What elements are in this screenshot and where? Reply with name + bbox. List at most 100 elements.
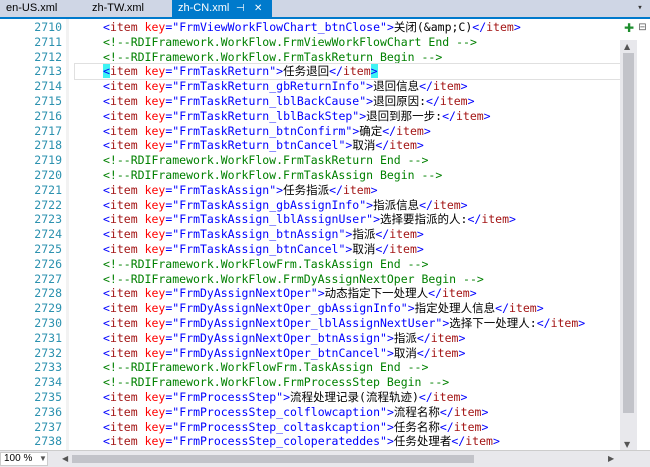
line-number: 2719 bbox=[34, 153, 62, 168]
code-line[interactable]: 2737 <item key="FrmProcessStep_coltaskcap… bbox=[0, 420, 620, 435]
code-line[interactable]: 2735 <item key="FrmProcessStep">流程处理记录(流程… bbox=[0, 390, 620, 405]
code-text: <item key="FrmTaskAssign">任务指派</item> bbox=[103, 183, 378, 198]
end-tag-close: > bbox=[483, 108, 491, 123]
code-editor[interactable]: 2710 <item key="FrmViewWorkFlowChart_btnC… bbox=[0, 19, 620, 450]
attribute-value: "FrmDyAssignNextOper_btnCancel" bbox=[172, 345, 387, 360]
horizontal-scroll-thumb[interactable] bbox=[72, 455, 474, 463]
close-icon[interactable]: ✕ bbox=[254, 0, 262, 17]
code-line[interactable]: 2725 <item key="FrmTaskAssign_btnCancel">… bbox=[0, 242, 620, 257]
code-line[interactable]: 2714 <item key="FrmTaskReturn_gbReturnInf… bbox=[0, 79, 620, 94]
code-line[interactable]: 2732 <item key="FrmDyAssignNextOper_btnCa… bbox=[0, 346, 620, 361]
code-text: <!--RDIFramework.WorkFlowFrm.TaskAssign … bbox=[103, 257, 428, 272]
code-text: <item key="FrmTaskReturn">任务退回</item> bbox=[103, 64, 378, 79]
vertical-scroll-thumb[interactable] bbox=[623, 53, 634, 413]
code-line[interactable]: 2723 <item key="FrmTaskAssign_lblAssignUs… bbox=[0, 212, 620, 227]
code-line[interactable]: 2730 <item key="FrmDyAssignNextOper_lblAs… bbox=[0, 316, 620, 331]
attribute-name: key bbox=[144, 404, 166, 419]
end-tag-open: </ bbox=[495, 301, 509, 316]
end-tag-open: </ bbox=[467, 212, 482, 227]
code-line[interactable]: 2726 <!--RDIFramework.WorkFlowFrm.TaskAss… bbox=[0, 257, 620, 272]
code-text: <item key="FrmTaskAssign_btnAssign">指派</… bbox=[103, 227, 424, 242]
code-line[interactable]: 2728 <item key="FrmDyAssignNextOper">动态指定… bbox=[0, 286, 620, 301]
end-tag-open: </ bbox=[375, 242, 390, 256]
code-text: <item key="FrmViewWorkFlowChart_btnClose… bbox=[103, 20, 521, 35]
line-number: 2717 bbox=[34, 123, 62, 138]
attribute-value: "FrmTaskReturn_lblBackCause" bbox=[172, 94, 367, 108]
tab-zh-tw[interactable]: zh-TW.xml bbox=[86, 0, 172, 17]
tag-close-bracket: > bbox=[386, 345, 394, 360]
split-window-icon[interactable]: ⊟ bbox=[637, 22, 648, 33]
item-text: 退回信息 bbox=[373, 79, 420, 94]
pin-icon[interactable]: ⊣ bbox=[236, 0, 245, 17]
scroll-right-icon[interactable]: ▶ bbox=[608, 454, 614, 463]
tab-overflow-chevron-icon[interactable]: ▾ bbox=[634, 2, 646, 14]
end-tag-open: </ bbox=[472, 20, 487, 34]
tag-open-bracket: < bbox=[103, 79, 110, 94]
code-line[interactable]: 2729 <item key="FrmDyAssignNextOper_gbAss… bbox=[0, 301, 620, 316]
code-line[interactable]: 2718 <item key="FrmTaskReturn_btnCancel">… bbox=[0, 138, 620, 153]
line-number: 2732 bbox=[34, 345, 62, 360]
code-line[interactable]: 2719 <!--RDIFramework.WorkFlow.FrmTaskRet… bbox=[0, 153, 620, 168]
end-tag-name: item bbox=[465, 434, 493, 449]
item-text: 任务名称 bbox=[393, 419, 440, 434]
code-line[interactable]: 2724 <item key="FrmTaskAssign_btnAssign">… bbox=[0, 227, 620, 242]
end-tag-close: > bbox=[416, 242, 424, 256]
code-line[interactable]: 2711 <!--RDIFramework.WorkFlow.FrmViewWor… bbox=[0, 35, 620, 50]
code-line[interactable]: 2722 <item key="FrmTaskAssign_gbAssignInf… bbox=[0, 198, 620, 213]
attribute-name: key bbox=[144, 242, 166, 256]
tab-en-us[interactable]: en-US.xml bbox=[0, 0, 86, 17]
tag-name: item bbox=[109, 330, 138, 345]
code-text: <item key="FrmDyAssignNextOper_btnAssign… bbox=[103, 331, 465, 346]
code-line[interactable]: 2734 <!--RDIFramework.WorkFlow.FrmProcess… bbox=[0, 375, 620, 390]
code-text: <item key="FrmTaskReturn_lblBackCause">退… bbox=[103, 94, 475, 109]
code-line[interactable]: 2717 <item key="FrmTaskReturn_btnConfirm"… bbox=[0, 124, 620, 139]
end-tag-close: > bbox=[481, 404, 489, 419]
attribute-name: key bbox=[144, 316, 166, 330]
code-text: <item key="FrmTaskReturn_btnConfirm">确定<… bbox=[103, 124, 431, 139]
scroll-down-icon[interactable]: ▼ bbox=[624, 440, 630, 449]
attribute-name: key bbox=[144, 301, 166, 316]
attribute-value: "FrmDyAssignNextOper_btnAssign" bbox=[172, 330, 387, 345]
end-tag-close: > bbox=[536, 301, 544, 316]
code-line[interactable]: 2721 <item key="FrmTaskAssign">任务指派</item… bbox=[0, 183, 620, 198]
scroll-left-icon[interactable]: ◀ bbox=[62, 454, 68, 463]
code-line[interactable]: 2713 <item key="FrmTaskReturn">任务退回</item… bbox=[34, 63, 620, 81]
code-line[interactable]: 2727 <!--RDIFramework.WorkFlow.FrmDyAssig… bbox=[0, 272, 620, 287]
code-line[interactable]: 2715 <item key="FrmTaskReturn_lblBackCaus… bbox=[0, 94, 620, 109]
tag-name: item bbox=[109, 316, 138, 330]
end-tag-close: > bbox=[370, 64, 378, 79]
code-line[interactable]: 2720 <!--RDIFramework.WorkFlow.FrmTaskAss… bbox=[0, 168, 620, 183]
end-tag-open: </ bbox=[442, 108, 456, 123]
line-number: 2711 bbox=[34, 34, 62, 49]
line-number: 2723 bbox=[34, 212, 62, 227]
end-tag-name: item bbox=[430, 345, 459, 360]
tab-label: en-US.xml bbox=[6, 2, 58, 14]
code-text: <item key="FrmProcessStep_colflowcaption… bbox=[103, 405, 488, 420]
code-line[interactable]: 2738 <item key="FrmProcessStep_coloperate… bbox=[0, 434, 620, 449]
attribute-name: key bbox=[144, 79, 166, 94]
tag-name: item bbox=[109, 182, 138, 197]
code-text: <item key="FrmDyAssignNextOper_lblAssign… bbox=[103, 316, 585, 331]
add-icon[interactable]: ✚ bbox=[623, 22, 635, 34]
tag-open-bracket: < bbox=[103, 242, 110, 256]
scroll-up-icon[interactable]: ▲ bbox=[624, 42, 630, 51]
code-line[interactable]: 2731 <item key="FrmDyAssignNextOper_btnAs… bbox=[0, 331, 620, 346]
code-line[interactable]: 2733 <!--RDIFramework.WorkFlowFrm.TaskAss… bbox=[0, 360, 620, 375]
item-text: 取消 bbox=[352, 138, 376, 153]
tab-label: zh-CN.xml bbox=[178, 2, 230, 14]
code-line[interactable]: 2712 <!--RDIFramework.WorkFlow.FrmTaskRet… bbox=[0, 50, 620, 65]
attribute-name: key bbox=[144, 330, 166, 345]
end-tag-open: </ bbox=[426, 94, 440, 108]
code-line[interactable]: 2716 <item key="FrmTaskReturn_lblBackStep… bbox=[0, 109, 620, 124]
code-line[interactable]: 2736 <item key="FrmProcessStep_colflowcap… bbox=[0, 405, 620, 420]
code-line[interactable]: 2710 <item key="FrmViewWorkFlowChart_btnC… bbox=[0, 20, 620, 35]
tab-zh-cn[interactable]: zh-CN.xml ⊣ ✕ bbox=[172, 0, 272, 19]
zoom-dropdown[interactable]: 100 % ▼ bbox=[0, 452, 48, 466]
